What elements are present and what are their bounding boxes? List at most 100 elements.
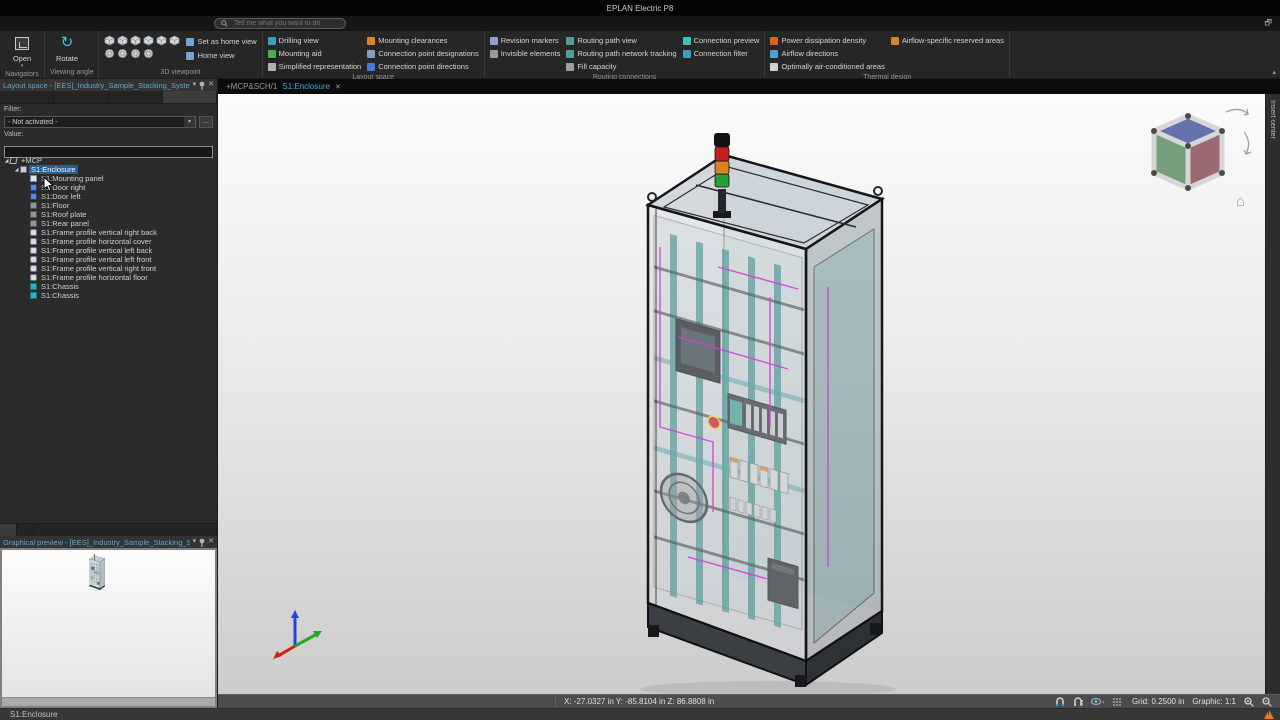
viewpoint-cube-icon[interactable]: [169, 35, 180, 46]
tree-item[interactable]: ◢ S1:Enclosure: [0, 165, 217, 174]
ribbon-toggle[interactable]: Routing path view: [566, 35, 676, 46]
eplan-window: EPLAN Electric P8 🗗 Open ▾ Navigators: [0, 0, 1280, 720]
tree-item[interactable]: ◢ +MCP: [0, 156, 217, 165]
insert-center-panel-tab[interactable]: Insert center: [1265, 94, 1280, 694]
ribbon-toggle[interactable]: Mounting aid: [268, 48, 362, 59]
chevron-down-icon[interactable]: ▾: [193, 79, 197, 91]
ribbon-toggle[interactable]: Connection preview: [683, 35, 760, 46]
home-icon: ⌂: [1236, 193, 1245, 210]
panel-toggle-icon[interactable]: 🗗: [1264, 17, 1272, 31]
selection-status-bar: S1:Enclosure: [0, 708, 1280, 720]
tree-list-tab[interactable]: [0, 524, 17, 536]
coordinate-axes: [270, 606, 324, 660]
window-title: EPLAN Electric P8: [0, 4, 1280, 13]
value-label: Value:: [0, 129, 217, 140]
tree-item[interactable]: ◢ S1:Floor: [0, 201, 217, 210]
tree-item[interactable]: ◢ S1:Door left: [0, 192, 217, 201]
ribbon-button[interactable]: Home view: [186, 50, 256, 61]
ribbon-toggle[interactable]: Optimally air-conditioned areas: [770, 61, 884, 72]
ribbon-toggle-icon: [770, 50, 778, 58]
ribbon-toggle-icon: [566, 63, 574, 71]
visibility-eye-icon[interactable]: [1091, 697, 1104, 706]
ribbon-toggle[interactable]: Simplified representation: [268, 61, 362, 72]
snap-magnet-icon[interactable]: [1055, 697, 1065, 707]
filter-more-button[interactable]: ...: [199, 116, 213, 128]
document-tab-name[interactable]: S1:Enclosure: [282, 82, 330, 91]
ribbon-toggle[interactable]: Connection point directions: [367, 61, 479, 72]
ribbon-toggle[interactable]: Routing path network tracking: [566, 48, 676, 59]
tree-item[interactable]: ◢ S1:Frame profile vertical left back: [0, 246, 217, 255]
navigator-tab[interactable]: [54, 91, 108, 103]
open-icon: [15, 37, 29, 50]
viewpoint-sphere-icon[interactable]: [130, 48, 141, 59]
enclosure-3d-model[interactable]: [618, 127, 898, 694]
ribbon-toggle[interactable]: Power dissipation density: [770, 35, 884, 46]
search-box[interactable]: [214, 18, 346, 29]
viewpoint-cube-icon[interactable]: [143, 35, 154, 46]
navigator-tab[interactable]: [163, 91, 217, 103]
grid-toggle-icon[interactable]: [1112, 697, 1124, 706]
filter-label: Filter:: [0, 104, 217, 115]
collapse-ribbon-icon[interactable]: ▴: [1272, 68, 1276, 76]
viewpoint-sphere-icon[interactable]: [117, 48, 128, 59]
pin-icon[interactable]: [199, 81, 205, 90]
statusbar-spacer: [218, 695, 556, 708]
viewpoint-cube-icon[interactable]: [156, 35, 167, 46]
tree-list-tab[interactable]: [17, 524, 34, 536]
rotate-view-arrows: [1226, 109, 1251, 154]
chevron-down-icon[interactable]: ▾: [193, 536, 197, 548]
ribbon-toggle[interactable]: Airflow directions: [770, 48, 884, 59]
3d-viewport[interactable]: ⌂ Insert center: [218, 94, 1280, 694]
tree-item[interactable]: ◢ S1:Door right: [0, 183, 217, 192]
viewpoint-cube-icon[interactable]: [117, 35, 128, 46]
preview-scrollbar[interactable]: [2, 697, 215, 706]
tab-close-icon[interactable]: ✕: [335, 83, 341, 91]
tree-item[interactable]: ◢ S1:Chassis: [0, 282, 217, 291]
open-button[interactable]: Open ▾: [5, 33, 39, 69]
viewpoint-sphere-icon[interactable]: [143, 48, 154, 59]
expand-icon[interactable]: ◢: [13, 167, 20, 173]
warning-icon[interactable]: [1264, 710, 1274, 719]
rotate-button[interactable]: ↻ Rotate: [50, 33, 84, 63]
ribbon-toggle[interactable]: Airflow-specific reserved areas: [891, 35, 1004, 46]
ribbon-toggle[interactable]: Drilling view: [268, 35, 362, 46]
ribbon-toggle[interactable]: Invisible elements: [490, 48, 561, 59]
tree-item[interactable]: ◢ S1:Frame profile vertical left front: [0, 255, 217, 264]
tree-item[interactable]: ◢ S1:Rear panel: [0, 219, 217, 228]
ribbon-toggle[interactable]: Mounting clearances: [367, 35, 479, 46]
tree-item[interactable]: ◢ S1:Frame profile vertical right back: [0, 228, 217, 237]
pin-icon[interactable]: [199, 538, 205, 547]
zoom-out-icon[interactable]: [1262, 697, 1272, 707]
document-tab-bar: +MCP&SCH/1 S1:Enclosure ✕: [218, 79, 1280, 94]
ribbon-toggle-icon: [268, 63, 276, 71]
tree-item[interactable]: ◢ S1:Mounting panel: [0, 174, 217, 183]
tree-item[interactable]: ◢ S1:Roof plate: [0, 210, 217, 219]
selected-object-label: S1:Enclosure: [0, 710, 58, 719]
tree-item[interactable]: ◢ S1:Chassis: [0, 291, 217, 300]
ribbon-toggle[interactable]: Fill capacity: [566, 61, 676, 72]
close-icon[interactable]: ✕: [208, 536, 214, 548]
filter-select[interactable]: - Not activated - ▾: [4, 116, 196, 128]
tree-item[interactable]: ◢ S1:Frame profile vertical right front: [0, 264, 217, 273]
navigator-tab[interactable]: [109, 91, 163, 103]
navigator-dock: Layout space - [EES]_Industry_Sample_Sta…: [0, 79, 218, 708]
grid-setting[interactable]: Grid: 0.2500 in: [1132, 697, 1184, 706]
view-cube[interactable]: ⌂: [1138, 102, 1258, 212]
object-snap-icon[interactable]: [1073, 697, 1083, 707]
graphic-scale[interactable]: Graphic: 1:1: [1192, 697, 1236, 706]
tree-item[interactable]: ◢ S1:Frame profile horizontal floor: [0, 273, 217, 282]
search-input[interactable]: [232, 19, 339, 28]
close-icon[interactable]: ✕: [208, 79, 214, 91]
ribbon-button[interactable]: Set as home view: [186, 36, 256, 47]
document-tab-prefix[interactable]: +MCP&SCH/1: [226, 82, 277, 91]
viewpoint-sphere-icon[interactable]: [104, 48, 115, 59]
navigator-tab[interactable]: [0, 91, 54, 103]
tree-list-tabs: [0, 523, 217, 536]
ribbon-toggle[interactable]: Revision markers: [490, 35, 561, 46]
zoom-in-icon[interactable]: [1244, 697, 1254, 707]
ribbon-toggle[interactable]: Connection filter: [683, 48, 760, 59]
viewpoint-cube-icon[interactable]: [104, 35, 115, 46]
viewpoint-cube-icon[interactable]: [130, 35, 141, 46]
tree-item[interactable]: ◢ S1:Frame profile horizontal cover: [0, 237, 217, 246]
ribbon-toggle[interactable]: Connection point designations: [367, 48, 479, 59]
